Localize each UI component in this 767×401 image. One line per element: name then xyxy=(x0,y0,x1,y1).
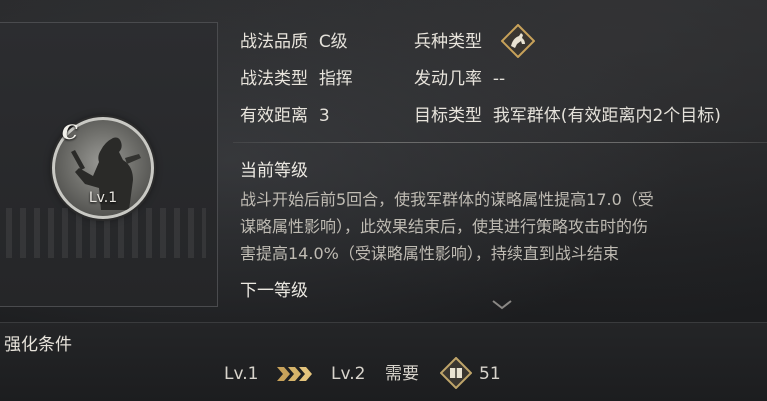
upgrade-from-level: Lv.1 xyxy=(224,364,259,384)
target-label: 目标类型 xyxy=(414,106,482,126)
portrait-level-badge: Lv.1 xyxy=(88,190,118,206)
description-line: 战斗开始后前5回合，使我军群体的谋略属性提高17.0（受 xyxy=(240,190,654,209)
upgrade-cost-value: 51 xyxy=(479,364,501,384)
next-level-title[interactable]: 下一等级 xyxy=(240,280,308,302)
rate-label: 发动几率 xyxy=(414,69,482,89)
section-divider xyxy=(233,142,767,143)
type-value: 指挥 xyxy=(318,69,353,89)
description-line: 谋略属性影响），此效果结束后，使其进行策略攻击时的伤 xyxy=(240,217,649,236)
upgrade-bar xyxy=(0,322,767,401)
troop-row: 兵种类型 xyxy=(414,31,482,53)
horse-cavalry-icon[interactable] xyxy=(500,23,536,59)
current-level-title: 当前等级 xyxy=(240,161,308,181)
upgrade-to-level: Lv.2 xyxy=(331,364,366,384)
quality-value: C级 xyxy=(318,32,348,52)
current-level-description: 战斗开始后前5回合，使我军群体的谋略属性提高17.0（受 谋略属性影响），此效果… xyxy=(240,186,762,267)
range-value: 3 xyxy=(318,106,330,126)
type-row: 战法类型 指挥 xyxy=(240,68,353,90)
troop-label: 兵种类型 xyxy=(414,32,482,52)
upgrade-need-label: 需要 xyxy=(385,364,419,384)
grade-letter: C xyxy=(62,120,78,144)
upgrade-condition-title: 强化条件 xyxy=(4,335,72,355)
target-row: 目标类型 我军群体(有效距离内2个目标) xyxy=(414,105,721,127)
type-label: 战法类型 xyxy=(240,69,308,89)
range-row: 有效距离 3 xyxy=(240,105,330,127)
tactic-book-icon xyxy=(439,356,473,390)
rate-value: -- xyxy=(492,69,506,89)
quality-row: 战法品质 C级 xyxy=(240,31,348,53)
scroll-down-chevron-icon[interactable] xyxy=(490,296,514,310)
description-line: 害提高14.0%（受谋略属性影响），持续直到战斗结束 xyxy=(240,244,619,263)
quality-label: 战法品质 xyxy=(240,32,308,52)
range-label: 有效距离 xyxy=(240,106,308,126)
target-value: 我军群体(有效距离内2个目标) xyxy=(492,106,721,126)
triple-chevron-right-icon xyxy=(277,366,313,382)
rate-row: 发动几率 -- xyxy=(414,68,505,90)
